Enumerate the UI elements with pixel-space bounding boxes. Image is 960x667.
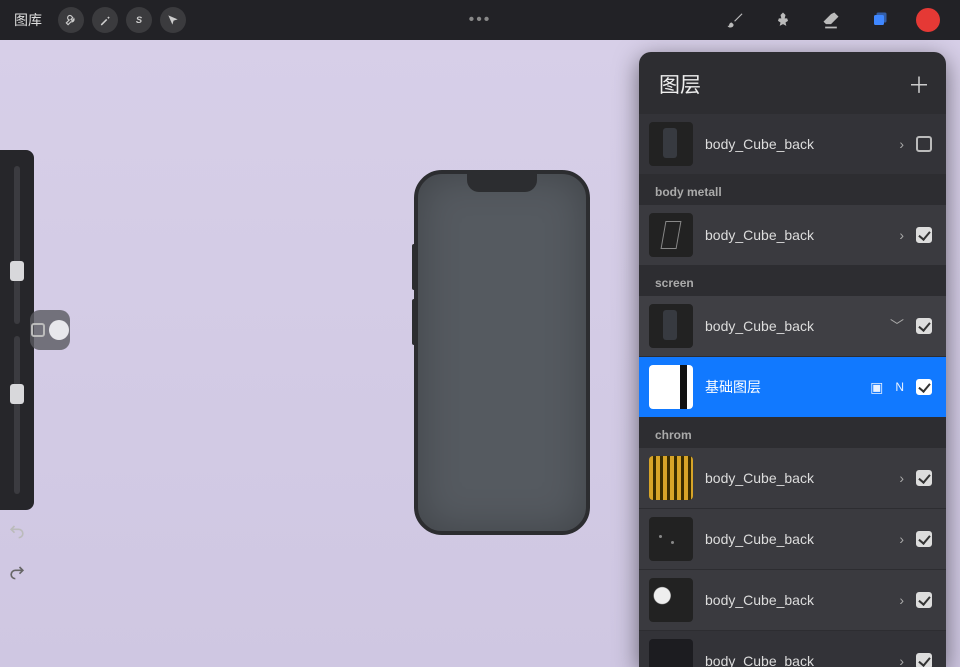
brush-size-slider[interactable] (14, 166, 20, 324)
undo-icon (7, 521, 27, 541)
layer-row-controls: › (899, 470, 932, 486)
slider-thumb[interactable] (10, 384, 24, 404)
layer-row-controls: › (899, 653, 932, 667)
brush-opacity-slider[interactable] (14, 336, 20, 494)
layer-thumbnail[interactable] (649, 213, 693, 257)
layer-row[interactable]: body_Cube_back ﹀ (639, 296, 946, 356)
layer-thumbnail[interactable] (649, 578, 693, 622)
layer-row[interactable]: body_Cube_back › (639, 570, 946, 630)
blend-mode-label[interactable]: N (895, 380, 904, 394)
layer-group-header[interactable]: chrom (639, 418, 946, 448)
slider-thumb[interactable] (10, 261, 24, 281)
redo-icon (7, 562, 27, 582)
layers-panel: 图层 ＋ body_Cube_back›body metallbody_Cube… (639, 52, 946, 667)
layer-name: body_Cube_back (705, 531, 887, 547)
layer-name: body_Cube_back (705, 592, 887, 608)
chevron-right-icon[interactable]: › (899, 136, 904, 152)
transform-button[interactable] (160, 7, 186, 33)
layer-visibility-checkbox[interactable] (916, 531, 932, 547)
layer-thumbnail[interactable] (649, 639, 693, 667)
layer-name: body_Cube_back (705, 318, 878, 334)
svg-text:S: S (136, 15, 143, 25)
top-left-group: 图库 S (6, 7, 186, 33)
wand-icon (98, 13, 112, 27)
canvas-model-phone[interactable] (414, 170, 590, 535)
layer-row-controls: ▣N (870, 379, 932, 396)
left-slider-rail (0, 150, 34, 510)
reference-icon[interactable]: ▣ (870, 379, 883, 396)
brush-icon (725, 10, 745, 30)
layer-visibility-checkbox[interactable] (916, 379, 932, 395)
layers-tool[interactable] (868, 9, 890, 31)
layer-name: body_Cube_back (705, 136, 887, 152)
undo-button[interactable] (7, 521, 27, 546)
layer-list[interactable]: body_Cube_back›body metallbody_Cube_back… (639, 114, 946, 667)
layer-visibility-checkbox[interactable] (916, 136, 932, 152)
chevron-right-icon[interactable]: › (899, 470, 904, 486)
layer-row[interactable]: body_Cube_back › (639, 631, 946, 667)
dot-icon (49, 320, 69, 340)
square-icon (31, 323, 45, 337)
selection-button[interactable]: S (126, 7, 152, 33)
s-icon: S (132, 13, 146, 27)
layer-row-controls: › (899, 136, 932, 152)
chevron-down-icon[interactable]: ﹀ (890, 316, 904, 336)
layer-row[interactable]: body_Cube_back › (639, 509, 946, 569)
wrench-icon (64, 13, 78, 27)
layer-row[interactable]: body_Cube_back › (639, 448, 946, 508)
phone-side-button (412, 244, 416, 290)
layer-thumbnail[interactable] (649, 304, 693, 348)
smudge-icon (773, 10, 793, 30)
layer-visibility-checkbox[interactable] (916, 318, 932, 334)
layer-visibility-checkbox[interactable] (916, 592, 932, 608)
layer-thumbnail[interactable] (649, 517, 693, 561)
eraser-tool[interactable] (820, 9, 842, 31)
chevron-right-icon[interactable]: › (899, 653, 904, 667)
layers-panel-header: 图层 ＋ (639, 52, 946, 114)
smudge-tool[interactable] (772, 9, 794, 31)
layer-name: 基础图层 (705, 377, 858, 397)
layers-panel-title: 图层 (659, 69, 701, 99)
phone-side-button (412, 299, 416, 345)
layer-name: body_Cube_back (705, 653, 887, 667)
layer-row-controls: › (899, 531, 932, 547)
wrench-button[interactable] (58, 7, 84, 33)
ellipsis-menu[interactable]: ••• (469, 11, 492, 29)
layer-name: body_Cube_back (705, 227, 887, 243)
layer-thumbnail[interactable] (649, 122, 693, 166)
brush-tool[interactable] (724, 9, 746, 31)
layer-group-header[interactable]: screen (639, 266, 946, 296)
layer-visibility-checkbox[interactable] (916, 470, 932, 486)
add-layer-button[interactable]: ＋ (908, 68, 930, 100)
layer-row[interactable]: body_Cube_back › (639, 114, 946, 174)
eraser-icon (821, 10, 841, 30)
layer-name: body_Cube_back (705, 470, 887, 486)
layer-row[interactable]: body_Cube_back › (639, 205, 946, 265)
layer-row-controls: ﹀ (890, 316, 932, 336)
chevron-right-icon[interactable]: › (899, 592, 904, 608)
layer-thumbnail[interactable] (649, 456, 693, 500)
modify-button[interactable] (30, 310, 70, 350)
layer-row-controls: › (899, 227, 932, 243)
redo-button[interactable] (7, 562, 27, 587)
top-right-group (724, 8, 954, 32)
layer-group-header[interactable]: body metall (639, 175, 946, 205)
layer-row-controls: › (899, 592, 932, 608)
layer-visibility-checkbox[interactable] (916, 227, 932, 243)
chevron-right-icon[interactable]: › (899, 227, 904, 243)
adjust-button[interactable] (92, 7, 118, 33)
color-swatch[interactable] (916, 8, 940, 32)
layer-row[interactable]: 基础图层▣N (639, 357, 946, 417)
chevron-right-icon[interactable]: › (899, 531, 904, 547)
layer-visibility-checkbox[interactable] (916, 653, 932, 667)
undo-redo-group (0, 521, 34, 587)
layer-thumbnail[interactable] (649, 365, 693, 409)
gallery-button[interactable]: 图库 (6, 10, 50, 30)
cursor-icon (166, 13, 180, 27)
top-toolbar: 图库 S ••• (0, 0, 960, 40)
layers-icon (869, 10, 889, 30)
